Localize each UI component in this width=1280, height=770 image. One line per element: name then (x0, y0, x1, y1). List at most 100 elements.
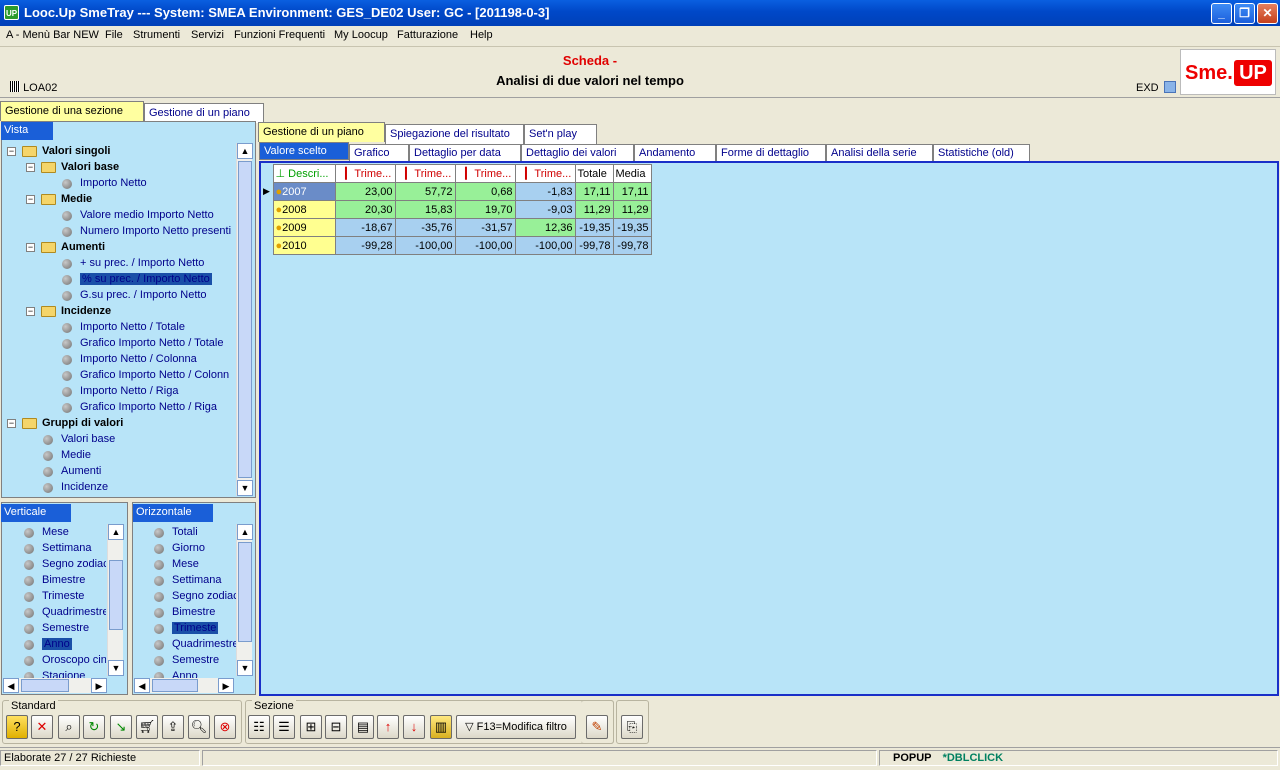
value-cell[interactable]: 57,72 (394, 182, 456, 201)
value-cell[interactable]: -19,35 (612, 218, 652, 237)
scroll-right-icon[interactable]: ▶ (91, 678, 107, 693)
tree-remove-icon[interactable]: ⊟ (325, 715, 347, 739)
scroll-thumb[interactable] (152, 679, 198, 692)
scroll-up-icon[interactable]: ▲ (237, 143, 253, 159)
value-cell[interactable]: 19,70 (454, 200, 516, 219)
subtab-valore-scelto[interactable]: Valore scelto (259, 142, 349, 160)
import-icon[interactable]: ⇪ (162, 715, 184, 739)
help-icon[interactable]: ? (6, 715, 28, 739)
subtab-forme-dettaglio[interactable]: Forme di dettaglio (716, 144, 826, 162)
sort-down-icon[interactable]: ↓ (403, 715, 425, 739)
menu-servizi[interactable]: Servizi (191, 29, 224, 41)
value-cell[interactable]: 12,36 (514, 218, 576, 237)
subtab-statistiche-old[interactable]: Statistiche (old) (933, 144, 1030, 162)
year-cell[interactable]: ●2009 (272, 218, 336, 237)
menu-fatturazione[interactable]: Fatturazione (397, 29, 458, 41)
subtab-andamento[interactable]: Andamento (634, 144, 716, 162)
menu-funzioni-frequenti[interactable]: Funzioni Frequenti (234, 29, 325, 41)
value-cell[interactable]: 11,29 (574, 200, 614, 219)
value-cell[interactable]: 11,29 (612, 200, 652, 219)
subtab-analisi-serie[interactable]: Analisi della serie (826, 144, 933, 162)
value-cell[interactable]: 20,30 (334, 200, 396, 219)
year-cell[interactable]: ●2010 (272, 236, 336, 255)
value-cell[interactable]: -99,28 (334, 236, 396, 255)
scroll-left-icon[interactable]: ◀ (3, 678, 19, 693)
data-grid[interactable]: ⊥ Descri... ▕▏Trime... ▕▏Trime... ▕▏Trim… (261, 164, 652, 255)
value-cell[interactable]: -100,00 (394, 236, 456, 255)
value-cell[interactable]: -31,57 (454, 218, 516, 237)
verticale-hscrollbar[interactable]: ◀ ▶ (3, 678, 107, 693)
close-button[interactable]: ✕ (1257, 3, 1278, 24)
table-view-icon[interactable]: ▤ (352, 715, 374, 739)
value-cell[interactable]: -18,67 (334, 218, 396, 237)
table-row[interactable]: ●2008 20,30 15,83 19,70 -9,03 11,29 11,2… (261, 200, 652, 219)
col-header-descri[interactable]: ⊥ Descri... (272, 164, 336, 183)
year-cell[interactable]: ●2008 (272, 200, 336, 219)
scroll-down-icon[interactable]: ▼ (108, 660, 124, 676)
value-cell[interactable]: 17,11 (612, 182, 652, 201)
scroll-thumb[interactable] (238, 542, 252, 642)
scroll-thumb[interactable] (238, 161, 252, 478)
collapse-icon[interactable]: − (26, 243, 35, 252)
scroll-right-icon[interactable]: ▶ (218, 678, 234, 693)
collapse-icon[interactable]: − (26, 163, 35, 172)
scroll-thumb[interactable] (21, 679, 69, 692)
table-row[interactable]: ●2010 -99,28 -100,00 -100,00 -100,00 -99… (261, 236, 652, 255)
exd-indicator[interactable]: EXD (1136, 81, 1176, 94)
collapse-icon[interactable]: − (7, 419, 16, 428)
scroll-down-icon[interactable]: ▼ (237, 480, 253, 496)
scroll-thumb[interactable] (109, 560, 123, 630)
scroll-left-icon[interactable]: ◀ (134, 678, 150, 693)
value-cell[interactable]: 17,11 (574, 182, 614, 201)
cancel-icon[interactable]: ✕ (31, 715, 53, 739)
menu-help[interactable]: Help (470, 29, 493, 41)
value-cell[interactable]: 15,83 (394, 200, 456, 219)
collapse-icon[interactable]: − (7, 147, 16, 156)
scroll-up-icon[interactable]: ▲ (108, 524, 124, 540)
export-icon[interactable]: ↘ (110, 715, 132, 739)
col-header-trime-2[interactable]: ▕▏Trime... (394, 164, 456, 183)
col-header-media[interactable]: Media (612, 164, 652, 183)
value-cell[interactable]: -19,35 (574, 218, 614, 237)
edit-icon[interactable]: ✎ (586, 715, 608, 739)
scroll-down-icon[interactable]: ▼ (237, 660, 253, 676)
tab-gestione-sezione[interactable]: Gestione di una sezione (0, 101, 144, 121)
tab-set-n-play[interactable]: Set'n play (524, 124, 597, 144)
menu-my-loocup[interactable]: My Loocup (334, 29, 388, 41)
tab-spiegazione-risultato[interactable]: Spiegazione del risultato (385, 124, 524, 144)
sort-up-icon[interactable]: ↑ (377, 715, 399, 739)
subtab-grafico[interactable]: Grafico (349, 144, 409, 162)
value-cell[interactable]: 23,00 (334, 182, 396, 201)
zoom-icon[interactable]: 🔍︎ (188, 715, 210, 739)
collapse-icon[interactable]: − (26, 307, 35, 316)
tree-expand-icon[interactable]: ☷ (248, 715, 270, 739)
year-cell[interactable]: ●2007 (272, 182, 336, 201)
col-header-trime-4[interactable]: ▕▏Trime... (514, 164, 576, 183)
tab-gestione-piano[interactable]: Gestione di un piano (258, 122, 385, 142)
cart-icon[interactable]: 🛒︎ (136, 715, 158, 739)
collapse-icon[interactable]: − (26, 195, 35, 204)
subtab-dettaglio-data[interactable]: Dettaglio per data (409, 144, 521, 162)
stop-icon[interactable]: ⊗ (214, 715, 236, 739)
table-row[interactable]: ●2009 -18,67 -35,76 -31,57 12,36 -19,35 … (261, 218, 652, 237)
copy-icon[interactable]: ⎘ (621, 715, 643, 739)
verticale-vscrollbar[interactable]: ▲ ▼ (107, 524, 124, 676)
scroll-up-icon[interactable]: ▲ (237, 524, 253, 540)
orizzontale-hscrollbar[interactable]: ◀ ▶ (134, 678, 234, 693)
restore-button[interactable]: ❐ (1234, 3, 1255, 24)
menu-file[interactable]: File (105, 29, 123, 41)
menu-strumenti[interactable]: Strumenti (133, 29, 180, 41)
col-header-totale[interactable]: Totale (574, 164, 614, 183)
subtab-dettaglio-valori[interactable]: Dettaglio dei valori (521, 144, 634, 162)
menu-a[interactable]: A - Menù Bar NEW (6, 29, 99, 41)
value-cell[interactable]: -100,00 (454, 236, 516, 255)
value-cell[interactable]: -1,83 (514, 182, 576, 201)
table-row[interactable]: ▶ ●2007 23,00 57,72 0,68 -1,83 17,11 17,… (261, 182, 652, 201)
minimize-button[interactable]: _ (1211, 3, 1232, 24)
value-cell[interactable]: -99,78 (612, 236, 652, 255)
col-header-trime-3[interactable]: ▕▏Trime... (454, 164, 516, 183)
search-icon[interactable]: ⌕ (58, 715, 80, 739)
columns-icon[interactable]: ▥ (430, 715, 452, 739)
value-cell[interactable]: 0,68 (454, 182, 516, 201)
value-cell[interactable]: -99,78 (574, 236, 614, 255)
